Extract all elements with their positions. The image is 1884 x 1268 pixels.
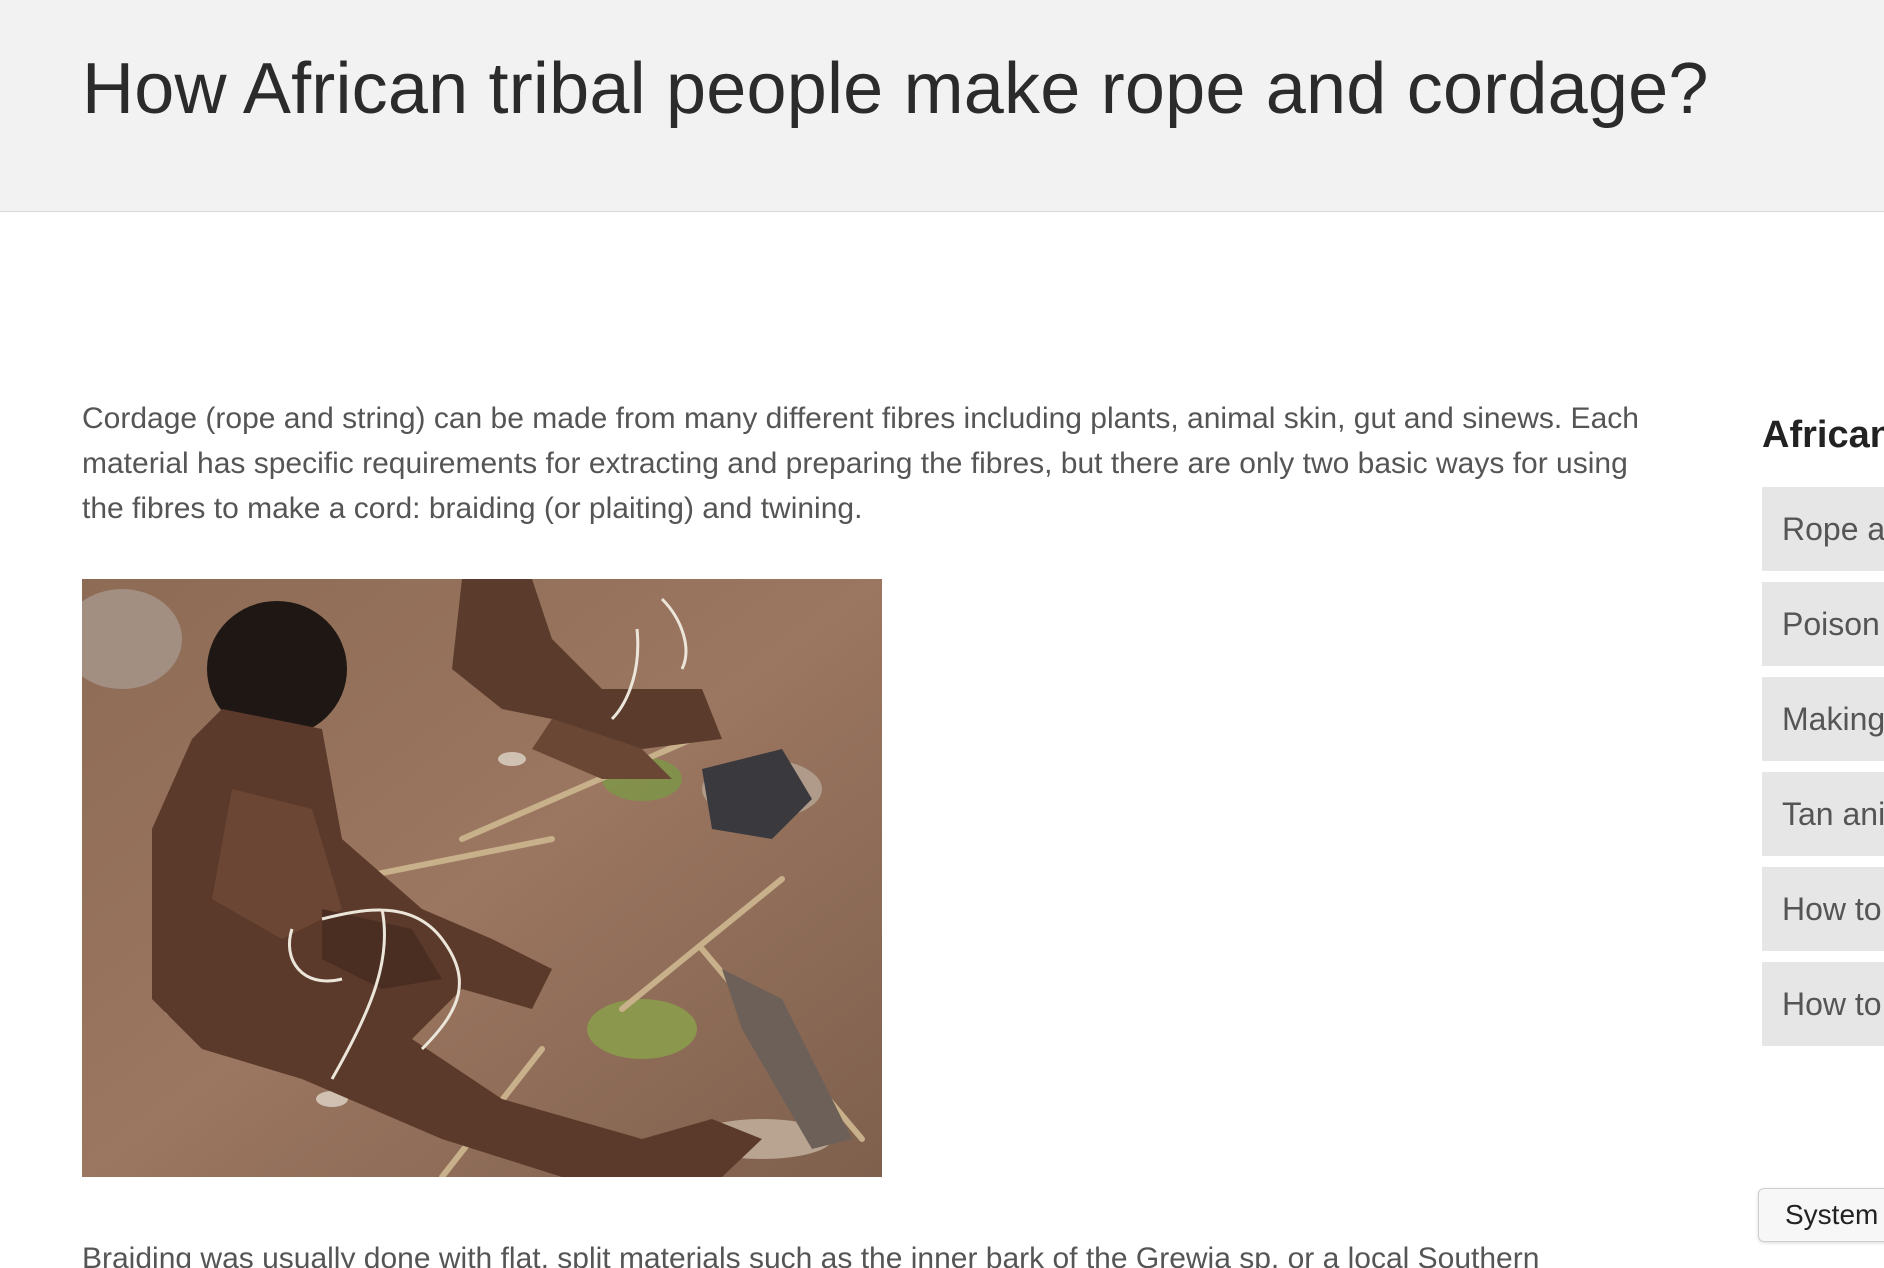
page-title: How African tribal people make rope and …	[82, 49, 1709, 129]
system-button[interactable]: System	[1758, 1188, 1884, 1242]
related-article-link[interactable]: How to	[1762, 962, 1884, 1046]
article-photo-rope-making	[82, 579, 882, 1177]
page-header: How African tribal people make rope and …	[0, 0, 1884, 212]
related-article-link[interactable]: Making	[1762, 677, 1884, 761]
related-article-link[interactable]: Rope a	[1762, 487, 1884, 571]
related-articles-list: Rope a Poison Making Tan ani How to How …	[1762, 487, 1884, 1046]
article-intro-paragraph: Cordage (rope and string) can be made fr…	[82, 402, 1639, 525]
related-article-link[interactable]: Poison	[1762, 582, 1884, 666]
related-article-link[interactable]: How to	[1762, 867, 1884, 951]
article-paragraph-braiding: Braiding was usually done with flat, spl…	[82, 1242, 1540, 1268]
article-content: Cordage (rope and string) can be made fr…	[82, 396, 1662, 1268]
related-articles-sidebar: African Rope a Poison Making Tan ani How…	[1762, 414, 1884, 1057]
related-article-link[interactable]: Tan ani	[1762, 772, 1884, 856]
sidebar-heading: African	[1762, 414, 1884, 456]
